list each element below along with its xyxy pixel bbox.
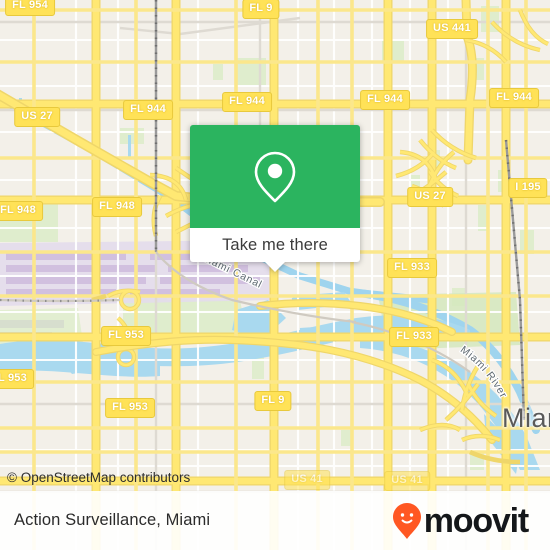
moovit-brand[interactable]: moovit	[392, 501, 529, 540]
road-shield: FL 9	[254, 391, 292, 411]
road-shield: FL 948	[0, 201, 43, 221]
road-shield: US 27	[407, 187, 453, 207]
road-shield: FL 944	[360, 90, 410, 110]
water-label-miami-river: Miami River	[458, 344, 509, 401]
city-label-miami: Miami	[502, 403, 550, 433]
popup-icon-panel	[190, 125, 360, 228]
road-shield: FL 933	[389, 327, 439, 347]
road-shield: US 41	[384, 471, 430, 491]
place-name-label: Action Surveillance, Miami	[14, 511, 211, 529]
map-pin-icon	[254, 151, 296, 202]
map-canvas[interactable]: FL 954 FL 9 US 441 FL 944 FL 944 FL 944 FL 944…	[0, 0, 550, 550]
osm-attribution[interactable]: © OpenStreetMap contributors	[7, 470, 190, 485]
road-shield: FL 953	[0, 369, 34, 389]
moovit-map-screenshot: FL 954 FL 9 US 441 FL 944 FL 944 FL 944 FL 944…	[0, 0, 550, 550]
road-shield: US 27	[14, 107, 60, 127]
popup-pointer	[264, 261, 286, 272]
popup-action-bar[interactable]: Take me there	[190, 228, 360, 272]
take-me-there-popup[interactable]: Take me there	[190, 125, 360, 272]
road-shield: FL 954	[5, 0, 55, 16]
road-shield: FL 944	[123, 100, 173, 120]
water-label-layer: Miami Canal Miami River	[197, 250, 510, 402]
road-shield: FL 944	[489, 88, 539, 108]
popup-action-label: Take me there	[222, 235, 328, 254]
road-shield: US 441	[426, 19, 478, 39]
road-shield: FL 944	[222, 92, 272, 112]
road-shield: FL 948	[92, 197, 142, 217]
road-shield: US 41	[284, 470, 330, 490]
road-shield: FL 953	[105, 398, 155, 418]
road-shield: I 195	[508, 178, 548, 198]
road-shield: FL 9	[242, 0, 280, 19]
moovit-wordmark: moovit	[423, 501, 529, 540]
road-shield: FL 933	[387, 258, 437, 278]
footer-bar: Action Surveillance, Miami moovit	[0, 491, 550, 550]
moovit-smiley-pin-icon	[392, 502, 421, 539]
road-shield: FL 953	[101, 326, 151, 346]
